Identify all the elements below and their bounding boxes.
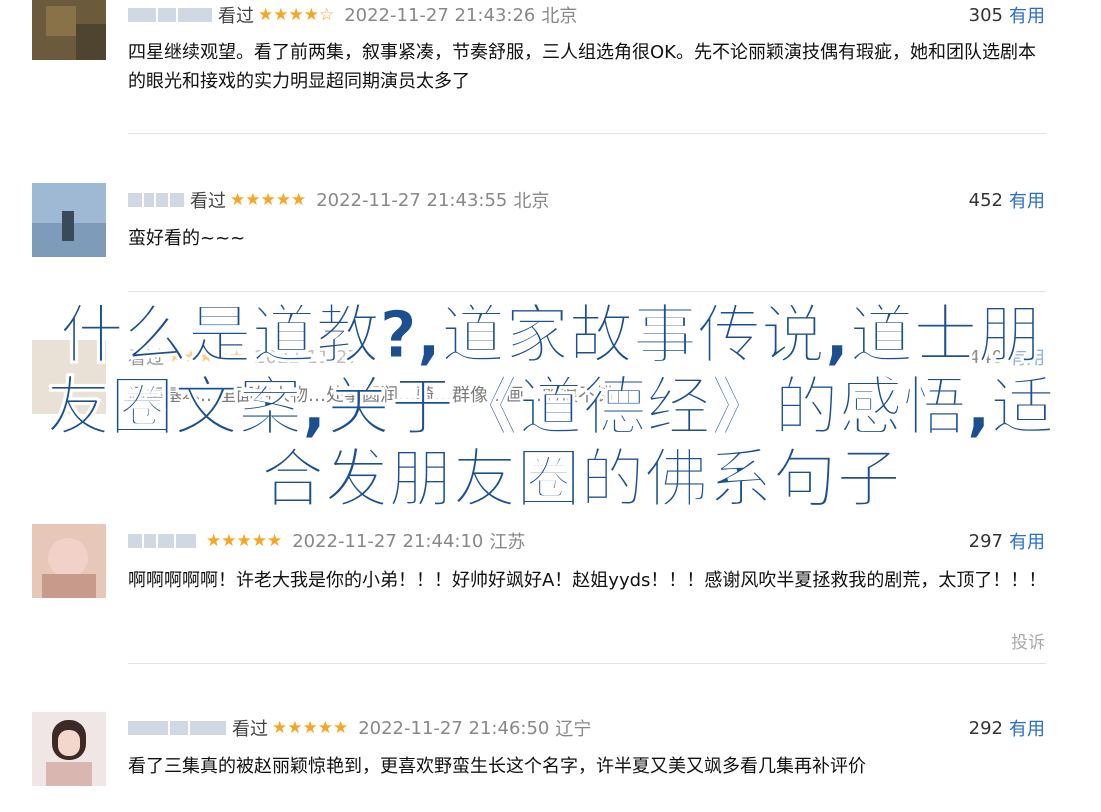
comment-header: 看过 ★★★★☆ 2022-11-27 21:43:26 北京 — [128, 3, 577, 27]
comment-location: 北京 — [541, 6, 578, 27]
vote-area: 305 有用 — [968, 2, 1045, 28]
comment-header: ★★★★★ 2022-11-27 21:44:10 江苏 — [128, 529, 525, 553]
comment-time: 2022-11-27 21:46:50 — [358, 717, 550, 739]
divider — [128, 663, 1046, 664]
comment-time: 2022-11-27 21:44:10 — [292, 530, 484, 552]
watched-label: 看过 — [218, 6, 254, 27]
comment-content: 啊啊啊啊啊！许老大我是你的小弟！！！好帅好飒好A！赵姐yyds！！！感谢风吹半夏… — [128, 570, 1047, 591]
useful-button[interactable]: 有用 — [1009, 528, 1045, 554]
rating-stars: ★★★★★ — [272, 718, 349, 738]
vote-area: 292 有用 — [968, 715, 1045, 741]
overlay-line-3: 合发朋友圈的佛系句子 — [260, 443, 901, 517]
avatar[interactable] — [32, 524, 106, 598]
username-blurred[interactable] — [128, 721, 226, 735]
rating-stars: ★★★★★ — [230, 190, 307, 210]
username-blurred[interactable] — [128, 193, 184, 207]
vote-area: 297 有用 — [968, 528, 1045, 554]
vote-count: 292 — [968, 717, 1003, 739]
overlay-line-2: 友圈文案,关于《道德经》的感悟,适 — [46, 371, 1056, 445]
useful-button[interactable]: 有用 — [1009, 715, 1045, 741]
username-blurred[interactable] — [128, 8, 212, 22]
vote-count: 305 — [968, 4, 1003, 26]
comment-content: 四星继续观望。看了前两集，叙事紧凑，节奏舒服，三人组选角很OK。先不论丽颖演技偶… — [128, 42, 1036, 92]
watched-label: 看过 — [190, 191, 226, 212]
vote-count: 452 — [968, 189, 1003, 211]
useful-button[interactable]: 有用 — [1009, 2, 1045, 28]
comment-location: 北京 — [513, 191, 550, 212]
comment-time: 2022-11-27 21:43:55 — [316, 189, 508, 211]
overlay-line-1: 什么是道教?,道家故事传说,道士朋 — [59, 299, 1042, 373]
report-button[interactable]: 投诉 — [1011, 628, 1045, 653]
rating-stars: ★★★★☆ — [258, 5, 335, 25]
watched-label: 看过 — [232, 719, 268, 740]
comment-header: 看过 ★★★★★ 2022-11-27 21:43:55 北京 — [128, 188, 549, 212]
vote-count: 297 — [968, 530, 1003, 552]
overlay-title: 什么是道教?,道家故事传说,道士朋 友圈文案,关于《道德经》的感悟,适 合发朋友… — [0, 299, 1101, 517]
username-blurred[interactable] — [128, 534, 196, 548]
avatar[interactable] — [32, 183, 106, 257]
useful-button[interactable]: 有用 — [1009, 187, 1045, 213]
rating-stars: ★★★★★ — [206, 531, 283, 551]
vote-area: 452 有用 — [968, 187, 1045, 213]
comment-content: 蛮好看的~~~ — [128, 228, 246, 249]
comment-content: 看了三集真的被赵丽颖惊艳到，更喜欢野蛮生长这个名字，许半夏又美又飒多看几集再补评… — [128, 756, 866, 777]
divider — [128, 133, 1046, 134]
avatar[interactable] — [32, 0, 106, 60]
divider — [128, 291, 1046, 292]
comment-location: 辽宁 — [555, 719, 592, 740]
avatar[interactable] — [32, 712, 106, 786]
comment-time: 2022-11-27 21:43:26 — [344, 4, 536, 26]
comment-location: 江苏 — [489, 532, 526, 553]
comment-header: 看过 ★★★★★ 2022-11-27 21:46:50 辽宁 — [128, 716, 591, 740]
